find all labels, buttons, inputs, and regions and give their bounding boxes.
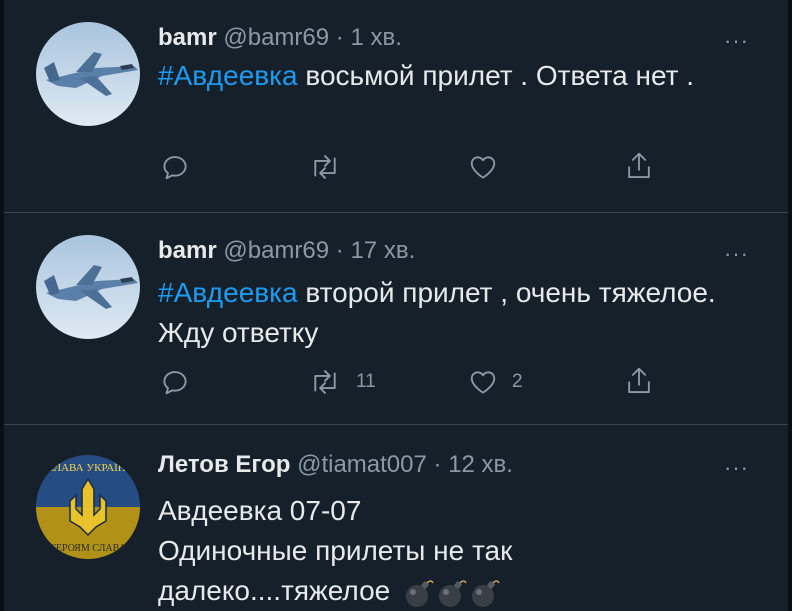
handle[interactable]: @bamr69 <box>223 24 329 51</box>
tweet[interactable]: bamr @bamr69 · 1 хв. ··· #Авдеевка восьм… <box>0 0 792 212</box>
tweet-text: #Авдеевка второй прилет , очень тяжелое.… <box>158 273 718 353</box>
tweet-text: Авдеевка 07-07 Одиночные прилеты не так … <box>158 491 718 611</box>
share-icon <box>628 152 650 179</box>
bomb-icon <box>472 579 500 607</box>
like-icon <box>470 371 496 394</box>
hashtag-link[interactable]: #Авдеевка <box>158 60 298 91</box>
handle[interactable]: @tiamat007 <box>297 451 427 478</box>
bomb-icon <box>406 579 434 607</box>
avatar-bottom-text: ГЕРОЯМ СЛАВА <box>50 543 127 554</box>
bomb-emojis <box>404 578 503 608</box>
like-button[interactable] <box>468 152 512 182</box>
like-button[interactable]: 2 <box>468 367 523 397</box>
jet-avatar-image <box>36 22 140 126</box>
reply-icon <box>163 371 187 395</box>
separator: · <box>433 451 442 478</box>
tweet-text: #Авдеевка восьмой прилет . Ответа нет . <box>158 56 718 96</box>
timestamp[interactable]: 12 хв. <box>448 451 513 478</box>
separator: · <box>335 237 344 264</box>
tweet-line: Авдеевка 07-07 <box>158 495 362 526</box>
share-button[interactable] <box>624 150 654 182</box>
tweet-body: восьмой прилет . Ответа нет . <box>297 60 695 91</box>
share-icon <box>628 367 650 393</box>
retweet-button[interactable]: 11 <box>308 367 376 397</box>
trident-flag-avatar-image: СЛАВА УКРАЇНІ ГЕРОЯМ СЛАВА <box>36 455 140 559</box>
tweet[interactable]: bamr @bamr69 · 17 хв. ··· #Авдеевка втор… <box>0 213 792 424</box>
retweet-icon <box>314 370 336 394</box>
separator: · <box>335 24 344 51</box>
display-name[interactable]: bamr <box>158 24 217 51</box>
reply-button[interactable] <box>160 367 204 397</box>
tweet-line-text: далеко....тяжелое <box>158 575 391 606</box>
tweet-line: далеко....тяжелое <box>158 571 718 611</box>
handle[interactable]: @bamr69 <box>223 237 329 264</box>
avatar-top-text: СЛАВА УКРАЇНІ <box>47 462 130 474</box>
retweet-icon <box>314 155 336 179</box>
retweet-button[interactable] <box>308 152 356 182</box>
timeline: bamr @bamr69 · 1 хв. ··· #Авдеевка восьм… <box>0 0 792 611</box>
tweet-line: Одиночные прилеты не так <box>158 535 513 566</box>
avatar[interactable] <box>36 235 140 339</box>
avatar[interactable]: СЛАВА УКРАЇНІ ГЕРОЯМ СЛАВА <box>36 455 140 559</box>
reply-button[interactable] <box>160 152 204 182</box>
display-name[interactable]: bamr <box>158 237 217 264</box>
like-icon <box>470 156 496 179</box>
bomb-icon <box>439 579 467 607</box>
display-name[interactable]: Летов Егор <box>158 451 290 478</box>
tweet[interactable]: СЛАВА УКРАЇНІ ГЕРОЯМ СЛАВА Летов Егор @t… <box>0 425 792 611</box>
retweet-count: 11 <box>356 371 376 392</box>
share-button[interactable] <box>624 365 654 397</box>
hashtag-link[interactable]: #Авдеевка <box>158 277 298 308</box>
timestamp[interactable]: 1 хв. <box>350 24 401 51</box>
more-icon[interactable]: ··· <box>724 243 749 265</box>
avatar[interactable] <box>36 22 140 126</box>
like-count: 2 <box>512 371 523 392</box>
jet-avatar-image <box>36 235 140 339</box>
timestamp[interactable]: 17 хв. <box>350 237 415 264</box>
reply-icon <box>163 156 187 180</box>
more-icon[interactable]: ··· <box>724 30 749 52</box>
more-icon[interactable]: ··· <box>724 457 749 479</box>
